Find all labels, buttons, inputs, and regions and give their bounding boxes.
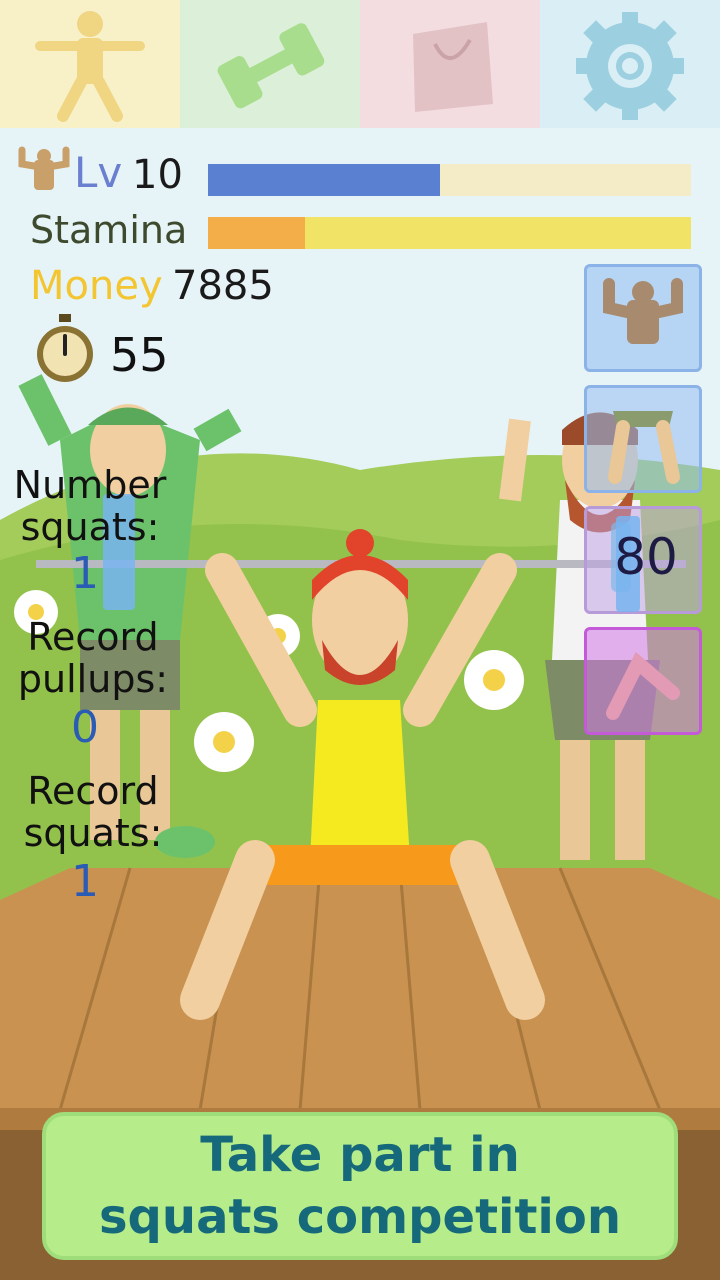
money-value: 7885	[172, 263, 274, 309]
training-tab[interactable]	[180, 0, 360, 128]
money-label: Money	[30, 263, 163, 309]
flexing-arms-icon	[603, 278, 683, 344]
dumbbell-icon	[217, 23, 325, 109]
button-line-1: Take part in	[200, 1127, 520, 1183]
record-pullups-label: Record pullups:	[17, 615, 169, 701]
stretch-exercise-button[interactable]	[584, 627, 702, 735]
top-tab-bar	[0, 0, 720, 128]
stamina-label: Stamina	[30, 208, 188, 252]
record-squats-label: Record squats:	[23, 769, 163, 855]
flexing-arms-icon	[18, 146, 70, 190]
gear-icon	[576, 12, 684, 120]
level-label: Lv	[74, 148, 123, 197]
stick-figure-icon	[35, 11, 145, 122]
character-tab[interactable]	[0, 0, 180, 128]
record-squats-value: 1	[71, 856, 99, 907]
pullups-exercise-button[interactable]	[584, 264, 702, 372]
button-line-2: squats competition	[98, 1189, 622, 1245]
shopping-bag-icon	[413, 22, 493, 112]
settings-tab[interactable]	[540, 0, 720, 128]
stamina-bar	[208, 217, 691, 249]
squats-competition-button[interactable]: Take part in squats competition	[42, 1112, 678, 1260]
number-squats-value: 1	[71, 548, 99, 599]
competitor-counter: 80	[614, 528, 678, 586]
stretching-icon	[606, 651, 680, 720]
shop-tab[interactable]	[360, 0, 540, 128]
level-value: 10	[132, 152, 183, 198]
stopwatch-icon	[37, 314, 93, 382]
level-progress-bar	[208, 164, 691, 196]
number-squats-label: Number squats:	[13, 463, 167, 549]
legs-icon	[608, 411, 680, 484]
legs-exercise-button[interactable]	[584, 385, 702, 493]
stamina-fill	[208, 217, 305, 249]
squats-competition-button-label: Take part in squats competition	[99, 1124, 621, 1248]
timer-value: 55	[110, 328, 169, 382]
level-progress-fill	[208, 164, 440, 196]
record-pullups-value: 0	[71, 702, 99, 753]
